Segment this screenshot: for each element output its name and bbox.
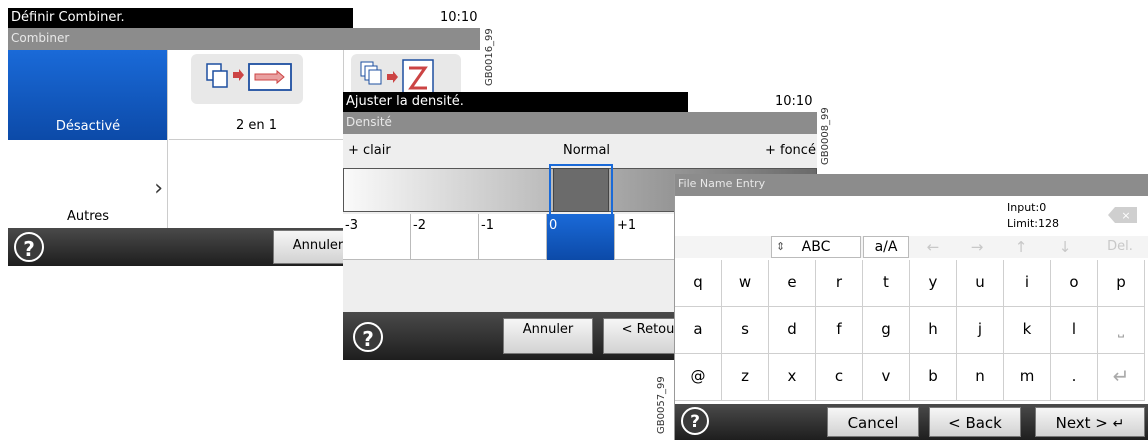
arrow-left-icon[interactable]: ← <box>913 236 953 258</box>
key-c[interactable]: c <box>816 354 863 401</box>
key-d[interactable]: d <box>769 307 816 354</box>
level-label: -2 <box>413 218 426 233</box>
back-button[interactable]: < Back <box>929 407 1021 437</box>
key-z[interactable]: z <box>722 354 769 401</box>
delete-button[interactable]: Del. <box>1095 236 1145 258</box>
others-button[interactable]: › Autres <box>8 140 168 228</box>
clock: 10:10 <box>440 10 478 25</box>
key-q[interactable]: q <box>675 260 722 307</box>
key-y[interactable]: y <box>910 260 957 307</box>
key-period[interactable]: . <box>1051 354 1098 401</box>
caps-updown-icon: ⇕ <box>776 240 786 253</box>
key-o[interactable]: o <box>1051 260 1098 307</box>
key-h[interactable]: h <box>910 307 957 354</box>
key-e[interactable]: e <box>769 260 816 307</box>
help-icon[interactable]: ? <box>681 407 709 435</box>
keyboard-screen: File Name Entry Input:0 Limit:128 × ⇕ AB… <box>674 174 1148 440</box>
density-selector[interactable] <box>549 164 613 216</box>
key-x[interactable]: x <box>769 354 816 401</box>
key-a[interactable]: a <box>675 307 722 354</box>
key-n[interactable]: n <box>957 354 1004 401</box>
section-header: File Name Entry <box>675 174 1148 196</box>
level-minus2[interactable]: -2 <box>411 214 479 260</box>
enter-key[interactable]: ↵ <box>1098 354 1145 401</box>
clock: 10:10 <box>775 94 813 109</box>
enter-icon: ↵ <box>1112 364 1130 388</box>
next-label: Next > <box>1055 414 1108 432</box>
key-i[interactable]: i <box>1004 260 1051 307</box>
level-zero-selected[interactable]: 0 <box>547 214 615 260</box>
input-limit: Limit:128 <box>1007 217 1059 230</box>
arrow-down-icon[interactable]: ↓ <box>1045 236 1085 258</box>
key-p[interactable]: p <box>1098 260 1145 307</box>
figure-ref-1: GB0016_99 <box>484 28 495 86</box>
option-2in1-button[interactable]: 2 en 1 <box>169 50 344 140</box>
key-k[interactable]: k <box>1004 307 1051 354</box>
key-t[interactable]: t <box>863 260 910 307</box>
level-minus3[interactable]: -3 <box>343 214 411 260</box>
key-f[interactable]: f <box>816 307 863 354</box>
space-key[interactable]: ⎵ <box>1098 307 1145 354</box>
input-count: Input:0 <box>1007 201 1047 214</box>
key-u[interactable]: u <box>957 260 1004 307</box>
key-v[interactable]: v <box>863 354 910 401</box>
chevron-right-icon: › <box>154 176 163 201</box>
level-label: 0 <box>549 218 558 233</box>
option-2in1-label: 2 en 1 <box>235 118 278 133</box>
enter-icon: ↵ <box>1112 416 1125 432</box>
backspace-icon[interactable]: × <box>1107 204 1139 226</box>
key-s[interactable]: s <box>722 307 769 354</box>
option-off-label: Désactivé <box>55 119 121 134</box>
space-icon: ⎵ <box>1117 320 1124 338</box>
section-header: Combiner <box>8 28 480 50</box>
key-w[interactable]: w <box>722 260 769 307</box>
help-icon[interactable]: ? <box>14 232 44 262</box>
option-off-button[interactable]: Désactivé <box>8 50 168 140</box>
key-l[interactable]: l <box>1051 307 1098 354</box>
text-input-field[interactable] <box>675 196 1148 236</box>
next-button[interactable]: Next > ↵ <box>1035 407 1145 437</box>
level-minus1[interactable]: -1 <box>479 214 547 260</box>
light-label: + clair <box>348 143 391 158</box>
screen-title-bar: Ajuster la densité. <box>343 92 688 112</box>
two-in-one-icon <box>191 54 303 104</box>
key-j[interactable]: j <box>957 307 1004 354</box>
arrow-up-icon[interactable]: ↑ <box>1001 236 1041 258</box>
level-plus1[interactable]: +1 <box>615 214 683 260</box>
others-label: Autres <box>66 209 110 224</box>
abc-toggle-button[interactable]: ⇕ ABC <box>771 236 861 258</box>
screen-title: Définir Combiner. <box>11 10 125 25</box>
screen-title: Ajuster la densité. <box>346 94 464 109</box>
cancel-button[interactable]: Annuler <box>503 318 593 354</box>
abc-label: ABC <box>801 239 831 255</box>
figure-ref-2: GB0008_99 <box>820 107 831 165</box>
svg-text:×: × <box>1121 209 1130 222</box>
case-toggle-button[interactable]: a/A <box>863 236 909 258</box>
key-m[interactable]: m <box>1004 354 1051 401</box>
section-header: Densité <box>343 112 817 134</box>
key-r[interactable]: r <box>816 260 863 307</box>
screen-title-bar: Définir Combiner. <box>8 8 353 28</box>
level-label: -1 <box>481 218 494 233</box>
arrow-right-icon[interactable]: → <box>957 236 997 258</box>
level-label: -3 <box>345 218 358 233</box>
dark-label: + foncé <box>765 143 816 158</box>
key-at[interactable]: @ <box>675 354 722 401</box>
help-icon[interactable]: ? <box>353 322 383 352</box>
empty-option-cell <box>169 140 344 228</box>
cancel-button[interactable]: Cancel <box>827 407 919 437</box>
key-g[interactable]: g <box>863 307 910 354</box>
level-label: +1 <box>617 218 637 233</box>
key-b[interactable]: b <box>910 354 957 401</box>
figure-ref-3: GB0057_99 <box>656 376 667 434</box>
normal-label: Normal <box>563 143 611 158</box>
